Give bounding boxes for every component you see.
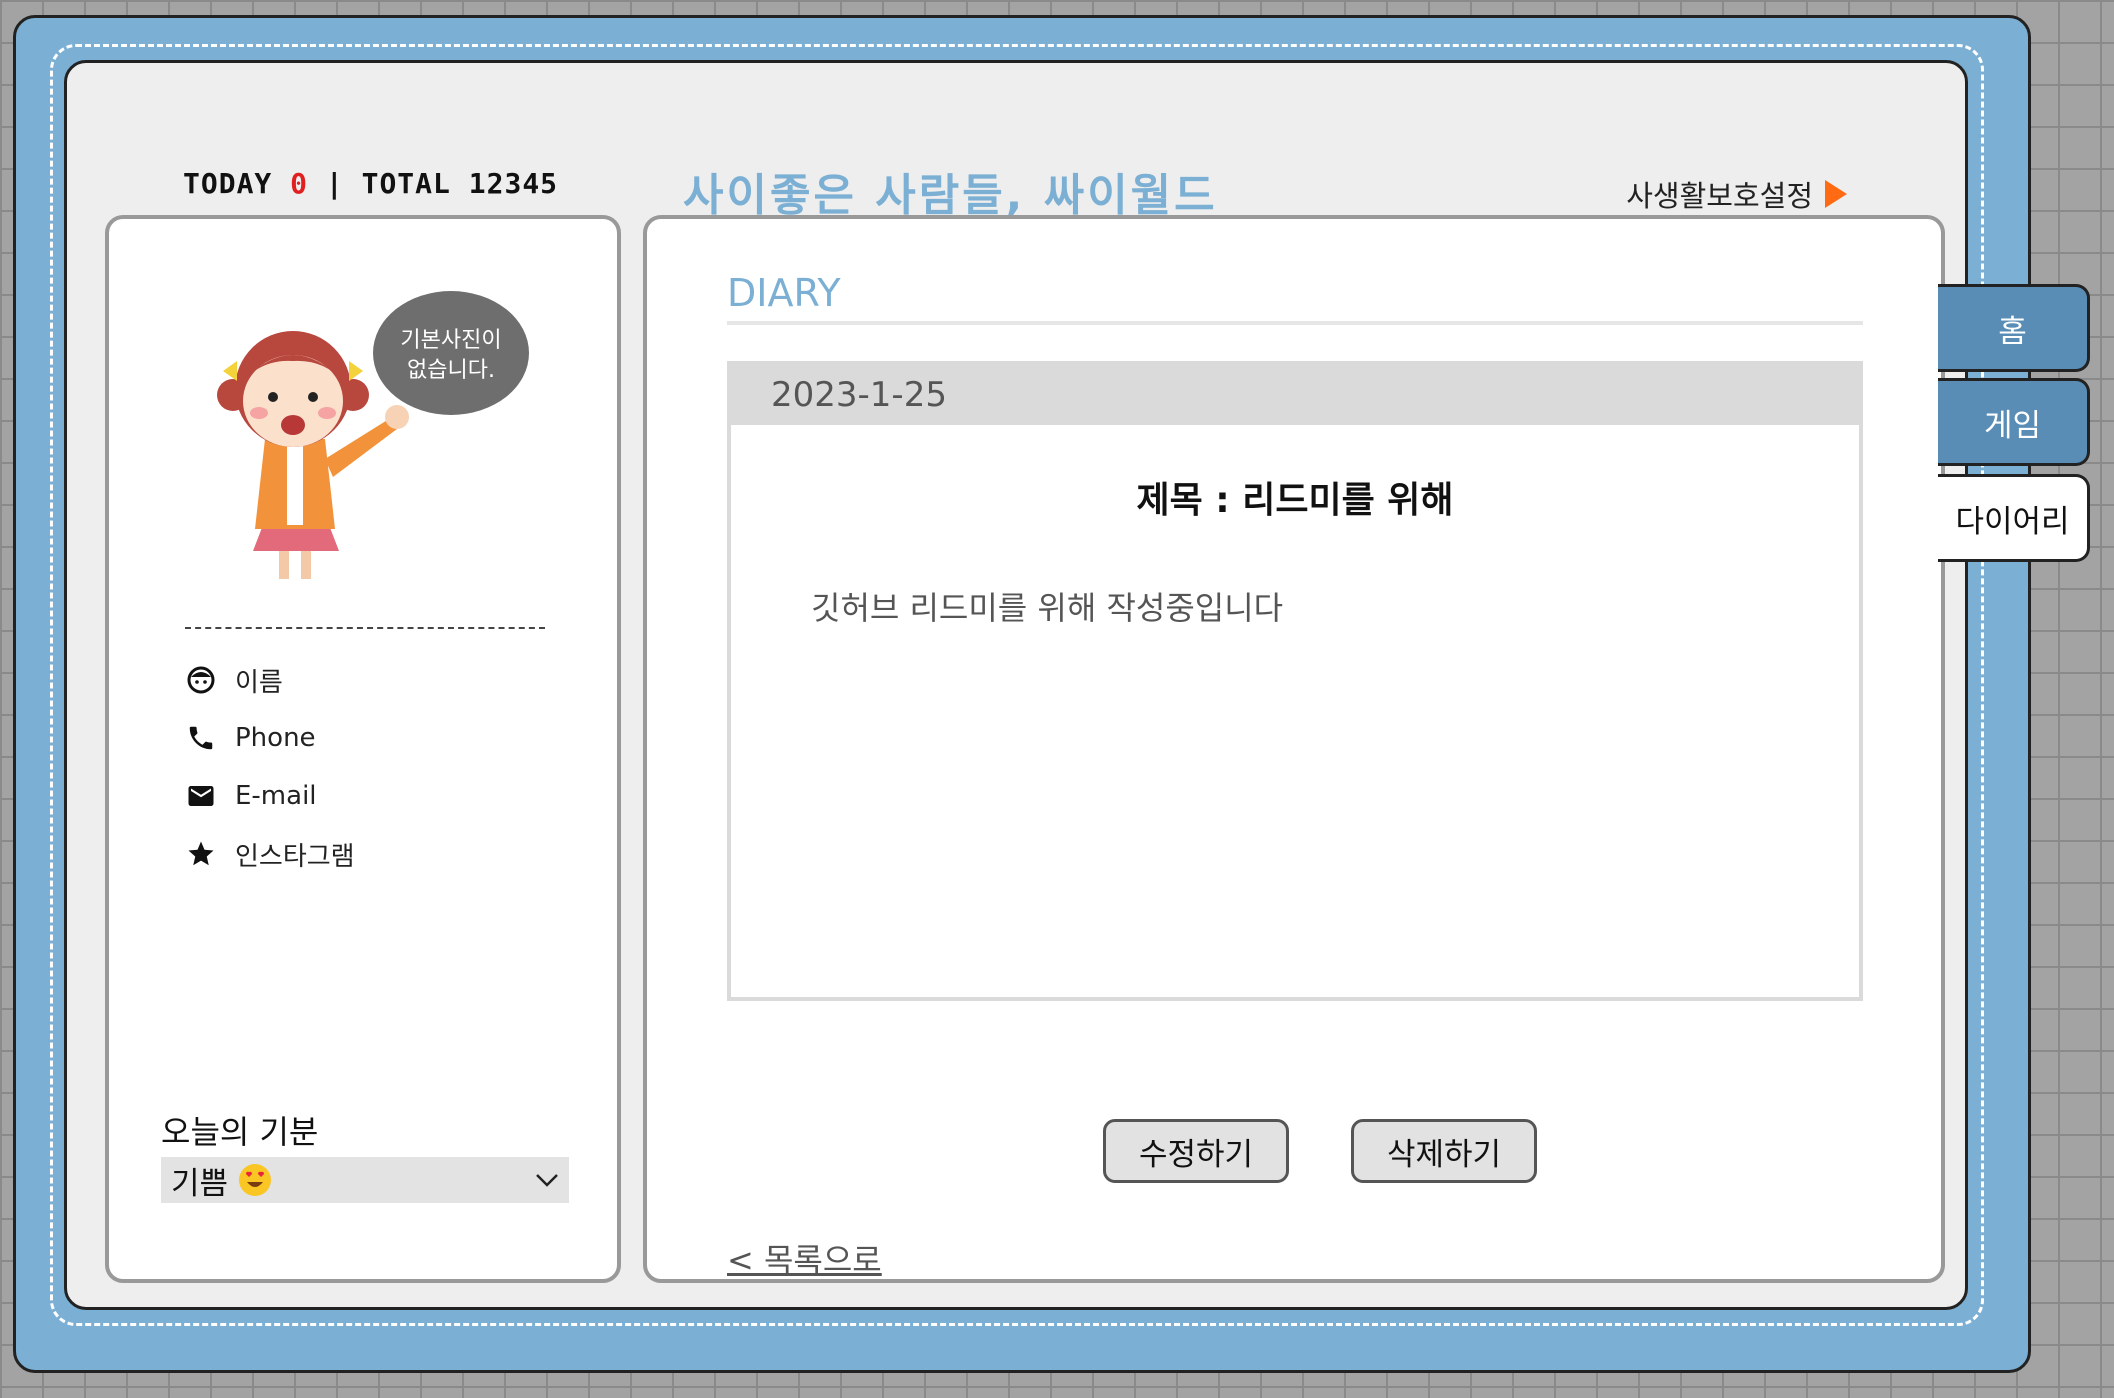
delete-button[interactable]: 삭제하기 [1351, 1119, 1537, 1183]
info-label: 이름 [235, 667, 283, 698]
phone-icon [185, 722, 217, 754]
speech-bubble-line2: 없습니다. [407, 358, 495, 383]
diary-entry: 2023-1-25 제목 : 리드미를 위해 깃허브 리드미를 위해 작성중입니… [727, 361, 1863, 1001]
star-icon [185, 838, 217, 870]
privacy-label: 사생활보호설정 [1626, 179, 1813, 213]
back-to-list-link[interactable]: < 목록으로 [727, 1235, 882, 1281]
inner-frame: TODAY 0 | TOTAL 12345 사이좋은 사람들, 싸이월드 사생활… [64, 60, 1968, 1310]
site-title: 사이좋은 사람들, 싸이월드 [683, 170, 1218, 221]
mood-select[interactable]: 기쁨 [161, 1157, 569, 1203]
profile-divider [185, 627, 545, 629]
info-label: 인스타그램 [235, 841, 355, 872]
section-divider [727, 321, 1863, 325]
tab-diary[interactable]: 다이어리 [1938, 474, 2090, 562]
default-avatar-illustration: 기본사진이 없습니다. [217, 291, 529, 579]
counter-separator: | [325, 167, 344, 200]
face-icon [185, 664, 217, 696]
info-item-email: E-mail [185, 767, 355, 825]
total-label: TOTAL [361, 167, 451, 200]
tab-game[interactable]: 게임 [1938, 378, 2090, 466]
play-arrow-icon [1825, 180, 1847, 208]
entry-body: 깃허브 리드미를 위해 작성중입니다 [811, 589, 1284, 627]
section-title: DIARY [727, 271, 841, 315]
today-count: 0 [290, 167, 309, 200]
visitor-counter: TODAY 0 | TOTAL 12345 [183, 167, 558, 200]
info-item-phone: Phone [185, 709, 355, 767]
info-item-instagram: 인스타그램 [185, 825, 355, 883]
mail-icon [185, 780, 217, 812]
diary-panel: DIARY 2023-1-25 제목 : 리드미를 위해 깃허브 리드미를 위해… [643, 215, 1945, 1283]
info-label: Phone [235, 723, 316, 753]
mood-selected-value: 기쁨 [171, 1158, 272, 1203]
mood-label: 오늘의 기분 [161, 1113, 319, 1151]
heart-eyes-emoji-icon [239, 1164, 272, 1196]
info-label: E-mail [235, 781, 317, 811]
info-item-name: 이름 [185, 651, 355, 709]
edit-button[interactable]: 수정하기 [1103, 1119, 1289, 1183]
profile-info-list: 이름 Phone E-mail 인스타그램 [185, 651, 355, 883]
entry-subject: 제목 : 리드미를 위해 [1136, 480, 1454, 521]
chevron-down-icon [536, 1174, 558, 1187]
profile-panel: 기본사진이 없습니다. 이름 Phone E-mail 인스타그램 오늘의 기분… [105, 215, 621, 1283]
mood-value-text: 기쁨 [171, 1165, 229, 1202]
total-count: 12345 [468, 167, 559, 200]
entry-date: 2023-1-25 [731, 365, 1859, 425]
today-label: TODAY [183, 167, 273, 200]
privacy-settings-link[interactable]: 사생활보호설정 [1626, 173, 1847, 215]
speech-bubble-line1: 기본사진이 [400, 328, 501, 353]
tab-home[interactable]: 홈 [1938, 284, 2090, 372]
